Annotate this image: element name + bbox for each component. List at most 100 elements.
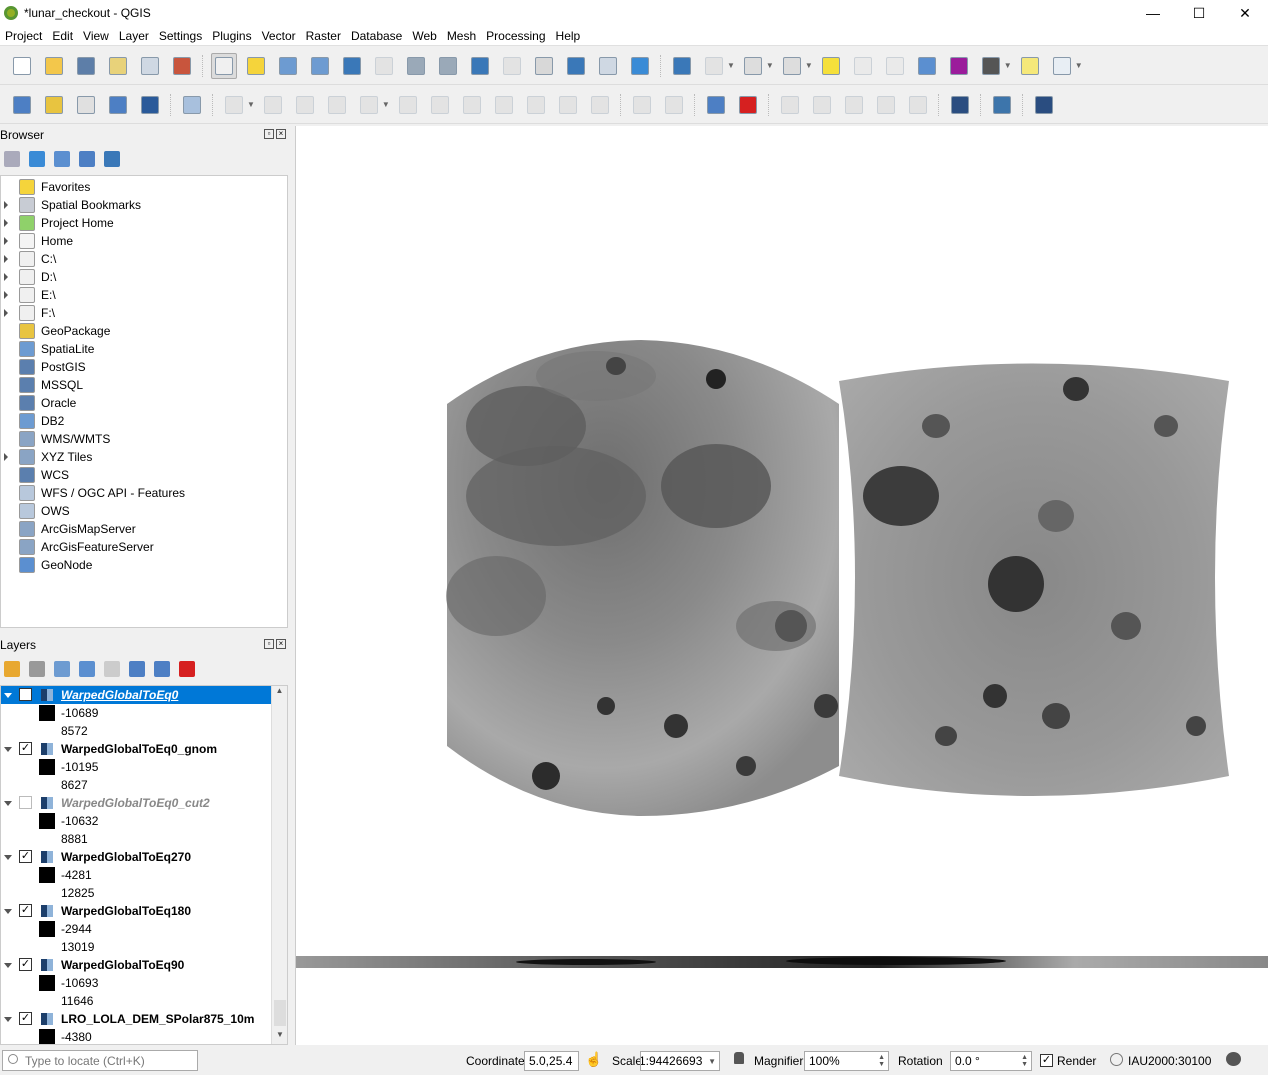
expand-arrow-icon[interactable] [4, 201, 8, 209]
current-edits-button[interactable] [221, 92, 247, 118]
manage-map-themes-icon[interactable] [54, 661, 70, 677]
magnifier-spinbox[interactable]: 100% ▲ ▼ [804, 1051, 889, 1071]
minimize-button[interactable]: — [1130, 0, 1176, 26]
collapse-arrow-icon[interactable] [4, 801, 12, 806]
browser-item[interactable]: MSSQL [1, 376, 287, 394]
save-project-button[interactable] [73, 53, 99, 79]
scale-combobox[interactable]: 1:94426693 ▼ [640, 1051, 720, 1071]
browser-item[interactable]: PostGIS [1, 358, 287, 376]
move-label-button[interactable] [777, 92, 803, 118]
change-label-button[interactable] [905, 92, 931, 118]
chevron-down-icon[interactable]: ▼ [1075, 61, 1083, 70]
show-bookmarks-button[interactable] [595, 53, 621, 79]
expand-all-icon[interactable] [129, 661, 145, 677]
browser-item[interactable]: C:\ [1, 250, 287, 268]
rotation-spinbox[interactable]: 0.0 ° ▲ ▼ [950, 1051, 1032, 1071]
chevron-down-icon[interactable]: ▼ [727, 61, 735, 70]
chevron-down-icon[interactable]: ▼ [766, 61, 774, 70]
menu-web[interactable]: Web [407, 29, 441, 43]
messages-icon[interactable] [1226, 1052, 1241, 1066]
layer-row[interactable]: ✓ WarpedGlobalToEq0_gnom [1, 740, 273, 758]
spin-arrows-icon[interactable]: ▲ ▼ [1021, 1054, 1028, 1068]
filter-icon[interactable] [54, 151, 70, 167]
browser-item[interactable]: SpatiaLite [1, 340, 287, 358]
python-console-button[interactable] [989, 92, 1015, 118]
browser-item[interactable]: WMS/WMTS [1, 430, 287, 448]
map-tips-button[interactable] [1017, 53, 1043, 79]
expand-arrow-icon[interactable] [4, 237, 8, 245]
expand-arrow-icon[interactable] [4, 453, 8, 461]
paste-features-button[interactable] [523, 92, 549, 118]
new-shapefile-layer-button[interactable] [73, 92, 99, 118]
browser-item[interactable]: Favorites [1, 178, 287, 196]
vertex-tool-button[interactable] [356, 92, 382, 118]
new-project-button[interactable] [9, 53, 35, 79]
collapse-arrow-icon[interactable] [4, 747, 12, 752]
render-checkbox[interactable]: ✓ [1040, 1054, 1053, 1067]
rotate-label-button[interactable] [873, 92, 899, 118]
toolbox-button[interactable] [914, 53, 940, 79]
layer-visibility-checkbox[interactable]: ✓ [19, 904, 32, 917]
deselect-all-button[interactable] [818, 53, 844, 79]
data-source-manager-button[interactable] [9, 92, 35, 118]
menu-view[interactable]: View [78, 29, 114, 43]
move-label-arrow-button[interactable] [841, 92, 867, 118]
map-canvas[interactable] [295, 126, 1268, 1045]
layer-visibility-checkbox[interactable]: ✓ [19, 958, 32, 971]
zoom-out-button[interactable] [307, 53, 333, 79]
browser-item[interactable]: D:\ [1, 268, 287, 286]
metasearch-button[interactable] [947, 92, 973, 118]
new-bookmark-button[interactable] [563, 53, 589, 79]
zoom-native-button[interactable] [435, 53, 461, 79]
identify-button[interactable] [669, 53, 695, 79]
chevron-down-icon[interactable]: ▼ [247, 100, 255, 109]
open-layer-styling-icon[interactable] [4, 661, 20, 677]
zoom-last-button[interactable] [467, 53, 493, 79]
layer-row[interactable]: WarpedGlobalToEq0_cut2 [1, 794, 273, 812]
pin-labels-button[interactable] [703, 92, 729, 118]
menu-help[interactable]: Help [551, 29, 586, 43]
spin-arrows-icon[interactable]: ▲ ▼ [878, 1054, 885, 1068]
zoom-next-button[interactable] [499, 53, 525, 79]
show-hide-labels-button[interactable] [809, 92, 835, 118]
chevron-down-icon[interactable]: ▼ [708, 1057, 716, 1066]
new-print-layout-button[interactable] [105, 53, 131, 79]
collapse-arrow-icon[interactable] [4, 1017, 12, 1022]
new-spatialite-layer-button[interactable] [105, 92, 131, 118]
coordinate-field[interactable]: 5.0,25.4 [524, 1051, 579, 1071]
undo-button[interactable] [555, 92, 581, 118]
add-group-icon[interactable] [29, 661, 45, 677]
layer-visibility-checkbox[interactable]: ✓ [19, 742, 32, 755]
new-temporary-layer-button[interactable] [137, 92, 163, 118]
browser-item[interactable]: Home [1, 232, 287, 250]
browser-item[interactable]: XYZ Tiles [1, 448, 287, 466]
chevron-down-icon[interactable]: ▼ [1004, 61, 1012, 70]
browser-item[interactable]: Oracle [1, 394, 287, 412]
statistics-panel-button[interactable] [882, 53, 908, 79]
menu-raster[interactable]: Raster [301, 29, 346, 43]
layer-row[interactable]: ✓ LRO_LOLA_DEM_SPolar875_10m [1, 1010, 273, 1028]
refresh-icon[interactable] [29, 151, 45, 167]
filter-legend-icon[interactable] [79, 661, 95, 677]
collapse-arrow-icon[interactable] [4, 855, 12, 860]
help-button[interactable] [1031, 92, 1057, 118]
layers-scrollbar[interactable]: ▲ ▼ [271, 686, 287, 1044]
menu-plugins[interactable]: Plugins [207, 29, 256, 43]
menu-mesh[interactable]: Mesh [442, 29, 481, 43]
delete-selected-button[interactable] [427, 92, 453, 118]
layer-visibility-checkbox[interactable] [19, 796, 32, 809]
modify-attributes-button[interactable] [395, 92, 421, 118]
pan-to-selection-button[interactable] [243, 53, 269, 79]
menu-vector[interactable]: Vector [257, 29, 301, 43]
browser-item[interactable]: E:\ [1, 286, 287, 304]
lock-scale-icon[interactable] [734, 1052, 744, 1064]
layer-visibility-checkbox[interactable] [19, 688, 32, 701]
menu-database[interactable]: Database [346, 29, 407, 43]
measure-button[interactable] [978, 53, 1004, 79]
layer-row[interactable]: ✓ WarpedGlobalToEq90 [1, 956, 273, 974]
collapse-arrow-icon[interactable] [4, 963, 12, 968]
collapse-arrow-icon[interactable] [4, 909, 12, 914]
run-action-button[interactable] [701, 53, 727, 79]
collapse-all-icon[interactable] [154, 661, 170, 677]
expand-arrow-icon[interactable] [4, 309, 8, 317]
